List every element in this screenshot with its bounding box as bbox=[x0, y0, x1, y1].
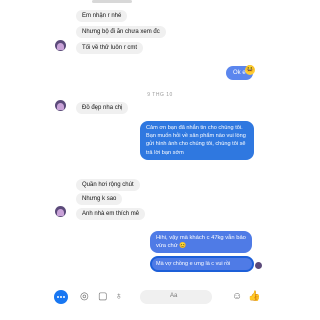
previous-message-fragment bbox=[92, 0, 132, 3]
input-placeholder: Aa bbox=[170, 293, 178, 299]
seen-avatar bbox=[255, 262, 262, 269]
message-text: Nhưng k sao bbox=[82, 196, 117, 202]
contact-avatar[interactable] bbox=[55, 206, 66, 217]
message-bubble-incoming[interactable]: Anh nhà em thích mê bbox=[76, 208, 146, 220]
message-text: Đồ đẹp nha chị bbox=[82, 105, 123, 111]
top-cutoff bbox=[0, 0, 320, 6]
message-bubble-incoming[interactable]: Em nhận r nhé bbox=[76, 10, 128, 22]
message-text: Mà vợ chồng e ưng là c vui rồi bbox=[156, 261, 231, 267]
message-bubble-incoming[interactable]: Quần hơi rộng chút bbox=[76, 179, 140, 191]
message-text: Hihi, vậy mà khách c 47kg vẫn bảo vừa ch… bbox=[156, 235, 246, 249]
message-text: Cảm ơn bạn đã nhắn tin cho chúng tôi. Bạ… bbox=[146, 125, 246, 156]
mic-icon[interactable]: ♁ bbox=[115, 292, 123, 302]
message-input[interactable]: Aa bbox=[140, 290, 212, 304]
message-bubble-incoming[interactable]: Nhưng bộ đi ăn chưa xem đc bbox=[76, 26, 166, 38]
message-text: Anh nhà em thích mê bbox=[82, 211, 140, 217]
like-icon[interactable]: 👍 bbox=[248, 292, 260, 302]
contact-avatar[interactable] bbox=[55, 40, 66, 51]
more-icon[interactable] bbox=[54, 290, 68, 304]
date-divider: 9 THG 10 bbox=[147, 92, 173, 98]
message-text: Quần hơi rộng chút bbox=[82, 182, 134, 188]
composer-bar: ◎ ▢ ♁ Aa ☺ 👍 bbox=[0, 284, 320, 320]
message-bubble-incoming[interactable]: Tối về thử luôn r cmt bbox=[76, 42, 144, 54]
message-bubble-outgoing-selected[interactable]: Mà vợ chồng e ưng là c vui rồi bbox=[150, 256, 254, 272]
message-text: Em nhận r nhé bbox=[82, 13, 122, 19]
laugh-emoji-icon: 😆 bbox=[245, 65, 255, 75]
message-text: Nhưng bộ đi ăn chưa xem đc bbox=[82, 29, 160, 35]
contact-avatar[interactable] bbox=[55, 100, 66, 111]
message-text: Tối về thử luôn r cmt bbox=[82, 45, 138, 51]
message-bubble-outgoing[interactable]: Cảm ơn bạn đã nhắn tin cho chúng tôi. Bạ… bbox=[140, 121, 254, 160]
message-bubble-incoming[interactable]: Đồ đẹp nha chị bbox=[76, 102, 129, 114]
message-bubble-outgoing[interactable]: Hihi, vậy mà khách c 47kg vẫn bảo vừa ch… bbox=[150, 231, 252, 253]
message-bubble-incoming[interactable]: Nhưng k sao bbox=[76, 193, 123, 205]
camera-icon[interactable]: ◎ bbox=[80, 292, 89, 302]
emoji-icon[interactable]: ☺ bbox=[232, 292, 242, 302]
image-icon[interactable]: ▢ bbox=[98, 292, 107, 302]
message-text: Ok e bbox=[233, 70, 246, 76]
